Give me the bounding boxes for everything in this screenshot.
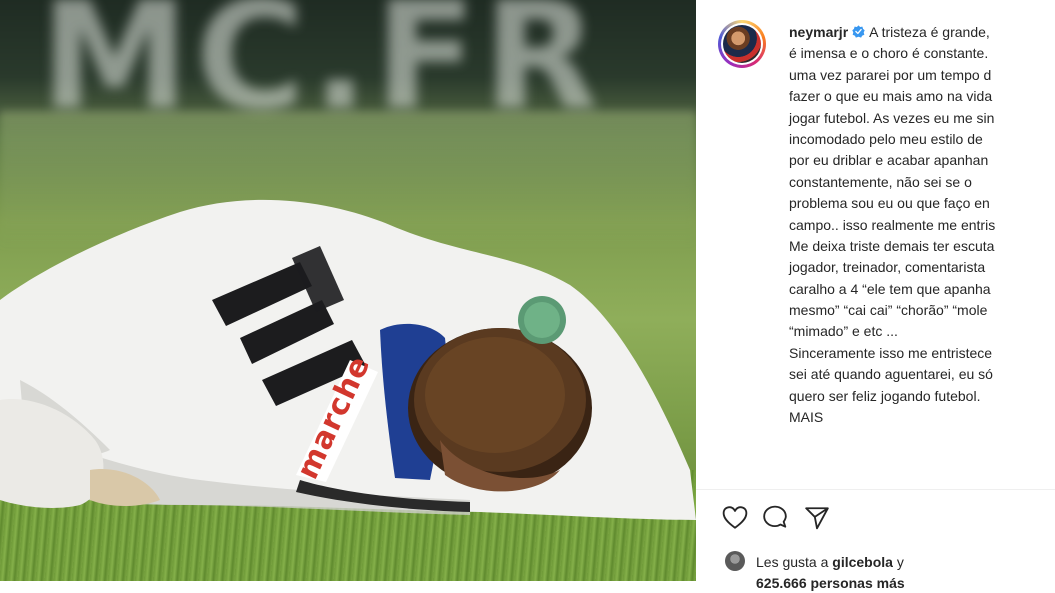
caption-line: jogar futebol. As vezes eu me sin [789, 109, 995, 126]
caption-line: Me deixa triste demais ter escuta [789, 237, 995, 254]
divider [696, 489, 1055, 490]
caption-line: é imensa e o choro é constante. [789, 45, 989, 62]
likes-count-link[interactable]: 625.666 personas más [756, 573, 905, 593]
caption-line: Sinceramente isso me entristece [789, 344, 993, 361]
caption-line: fazer o que eu mais amo na vida [789, 88, 993, 105]
caption-line: “mimado” e etc ... [789, 323, 898, 340]
caption-line: uma vez pararei por um tempo d [789, 66, 992, 83]
share-icon[interactable] [804, 505, 830, 531]
post-photo[interactable]: MC.FR marche [0, 0, 696, 581]
caption-line: campo.. isso realmente me entris [789, 216, 996, 233]
caption-line: quero ser feliz jogando futebol. [789, 387, 981, 404]
liker-avatar[interactable] [725, 551, 745, 571]
liker-username-link[interactable]: gilcebola [832, 554, 893, 570]
likes-suffix: y [892, 554, 904, 570]
username-link[interactable]: neymarjr [789, 24, 848, 40]
caption-line: incomodado pelo meu estilo de [789, 130, 983, 147]
likes-summary: Les gusta a gilcebola y 625.666 personas… [725, 549, 1055, 591]
heart-icon[interactable] [722, 505, 748, 531]
caption-line: mesmo” “cai cai” “chorão” “mole [789, 302, 988, 319]
caption-line: problema sou eu ou que faço en [789, 195, 990, 212]
caption-line: A tristeza é grande, [869, 24, 990, 40]
caption-line: jogador, treinador, comentarista [789, 259, 986, 276]
verified-badge-icon [852, 25, 865, 38]
likes-prefix: Les gusta a [756, 554, 833, 570]
caption-line: por eu driblar e acabar apanhan [789, 152, 989, 169]
caption-line: constantemente, não sei se o [789, 173, 972, 190]
caption-line: caralho a 4 “ele tem que apanha [789, 280, 991, 297]
player-figure [0, 199, 696, 520]
profile-avatar[interactable] [718, 20, 766, 68]
post-panel: neymarjr A tristeza é grande, é imensa e … [696, 0, 1055, 591]
caption-more[interactable]: MAIS [789, 407, 1055, 428]
post-caption: neymarjr A tristeza é grande, é imensa e … [789, 22, 1055, 428]
comment-icon[interactable] [762, 505, 788, 531]
caption-line: sei até quando aguentarei, eu só [789, 366, 993, 383]
